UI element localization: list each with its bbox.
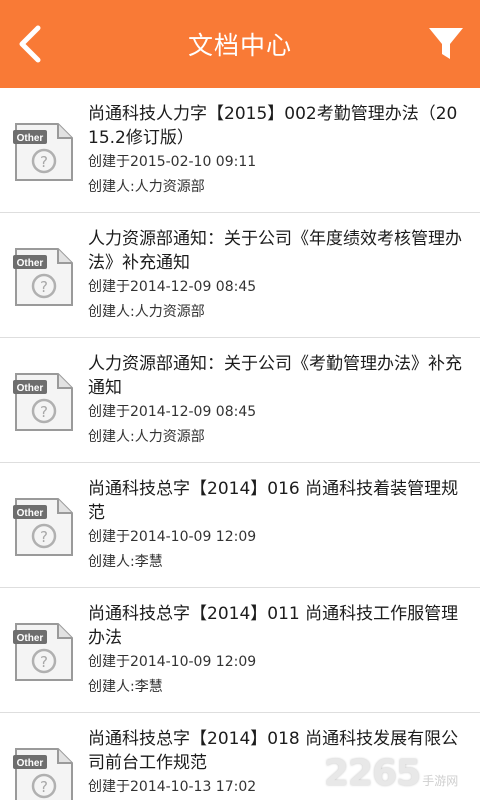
file-type-label: Other (17, 758, 44, 769)
watermark-suffix: 手游网 (422, 773, 459, 788)
document-creator: 创建人:李慧 (88, 679, 163, 695)
document-title: 人力资源部通知：关于公司《考勤管理办法》补充通知 (88, 354, 462, 398)
file-unknown-icon: Other? (13, 748, 73, 800)
document-created: 创建于2014-10-09 12:09 (88, 529, 257, 545)
funnel-icon (429, 28, 463, 59)
document-title: 尚通科技总字【2014】011 尚通科技工作服管理办法 (88, 604, 459, 648)
document-text: 尚通科技总字【2014】016 尚通科技着装管理规范创建于2014-10-09 … (88, 477, 464, 575)
file-unknown-icon: Other? (13, 373, 73, 431)
svg-text:?: ? (40, 528, 48, 546)
file-type-label: Other (17, 383, 44, 394)
file-type-label: Other (17, 258, 44, 269)
document-creator: 创建人:人力资源部 (88, 304, 205, 320)
document-text: 尚通科技人力字【2015】002考勤管理办法（2015.2修订版） 创建于2015… (88, 102, 464, 200)
file-type-label: Other (17, 633, 44, 644)
file-unknown-icon: Other? (13, 123, 73, 181)
file-unknown-icon: Other? (13, 248, 73, 306)
document-created: 创建于2015-02-10 09:11 (88, 154, 257, 170)
svg-text:?: ? (40, 653, 48, 671)
document-created: 创建于2014-10-09 12:09 (88, 654, 257, 670)
watermark-number: 2265 (324, 752, 421, 794)
document-text: 人力资源部通知：关于公司《考勤管理办法》补充通知创建于2014-12-09 08… (88, 352, 464, 450)
svg-text:?: ? (40, 403, 48, 421)
document-row[interactable]: Other? 尚通科技总字【2014】016 尚通科技着装管理规范创建于2014-… (0, 463, 480, 588)
document-row[interactable]: Other? 人力资源部通知：关于公司《考勤管理办法》补充通知创建于2014-12… (0, 338, 480, 463)
document-title: 人力资源部通知：关于公司《年度绩效考核管理办法》补充通知 (88, 229, 462, 273)
svg-text:?: ? (40, 153, 48, 171)
site-watermark: 2265 手游网 (324, 750, 474, 796)
filter-button[interactable] (426, 24, 466, 64)
page-title: 文档中心 (187, 31, 292, 60)
document-list: Other? 尚通科技人力字【2015】002考勤管理办法（2015.2修订版） 创… (0, 88, 480, 800)
top-bar: 文档中心 (0, 0, 480, 88)
file-unknown-icon: Other? (13, 623, 73, 681)
back-button[interactable] (10, 20, 50, 68)
document-title: 尚通科技人力字【2015】002考勤管理办法（2015.2修订版） (88, 104, 458, 148)
document-created: 创建于2014-12-09 08:45 (88, 279, 257, 295)
document-creator: 创建人:人力资源部 (88, 429, 205, 445)
svg-text:?: ? (40, 778, 48, 796)
document-text: 尚通科技总字【2014】011 尚通科技工作服管理办法创建于2014-10-09… (88, 602, 464, 700)
document-creator: 创建人:李慧 (88, 554, 163, 570)
document-title: 尚通科技总字【2014】016 尚通科技着装管理规范 (88, 479, 459, 523)
document-row[interactable]: Other? 人力资源部通知：关于公司《年度绩效考核管理办法》补充通知创建于201… (0, 213, 480, 338)
file-type-label: Other (17, 133, 44, 144)
document-created: 创建于2014-12-09 08:45 (88, 404, 257, 420)
svg-text:?: ? (40, 278, 48, 296)
document-text: 人力资源部通知：关于公司《年度绩效考核管理办法》补充通知创建于2014-12-0… (88, 227, 464, 325)
document-row[interactable]: Other? 尚通科技人力字【2015】002考勤管理办法（2015.2修订版） 创… (0, 88, 480, 213)
file-type-label: Other (17, 508, 44, 519)
document-row[interactable]: Other? 尚通科技总字【2014】011 尚通科技工作服管理办法创建于2014… (0, 588, 480, 713)
chevron-left-icon (19, 25, 41, 63)
file-unknown-icon: Other? (13, 498, 73, 556)
document-creator: 创建人:人力资源部 (88, 179, 205, 195)
